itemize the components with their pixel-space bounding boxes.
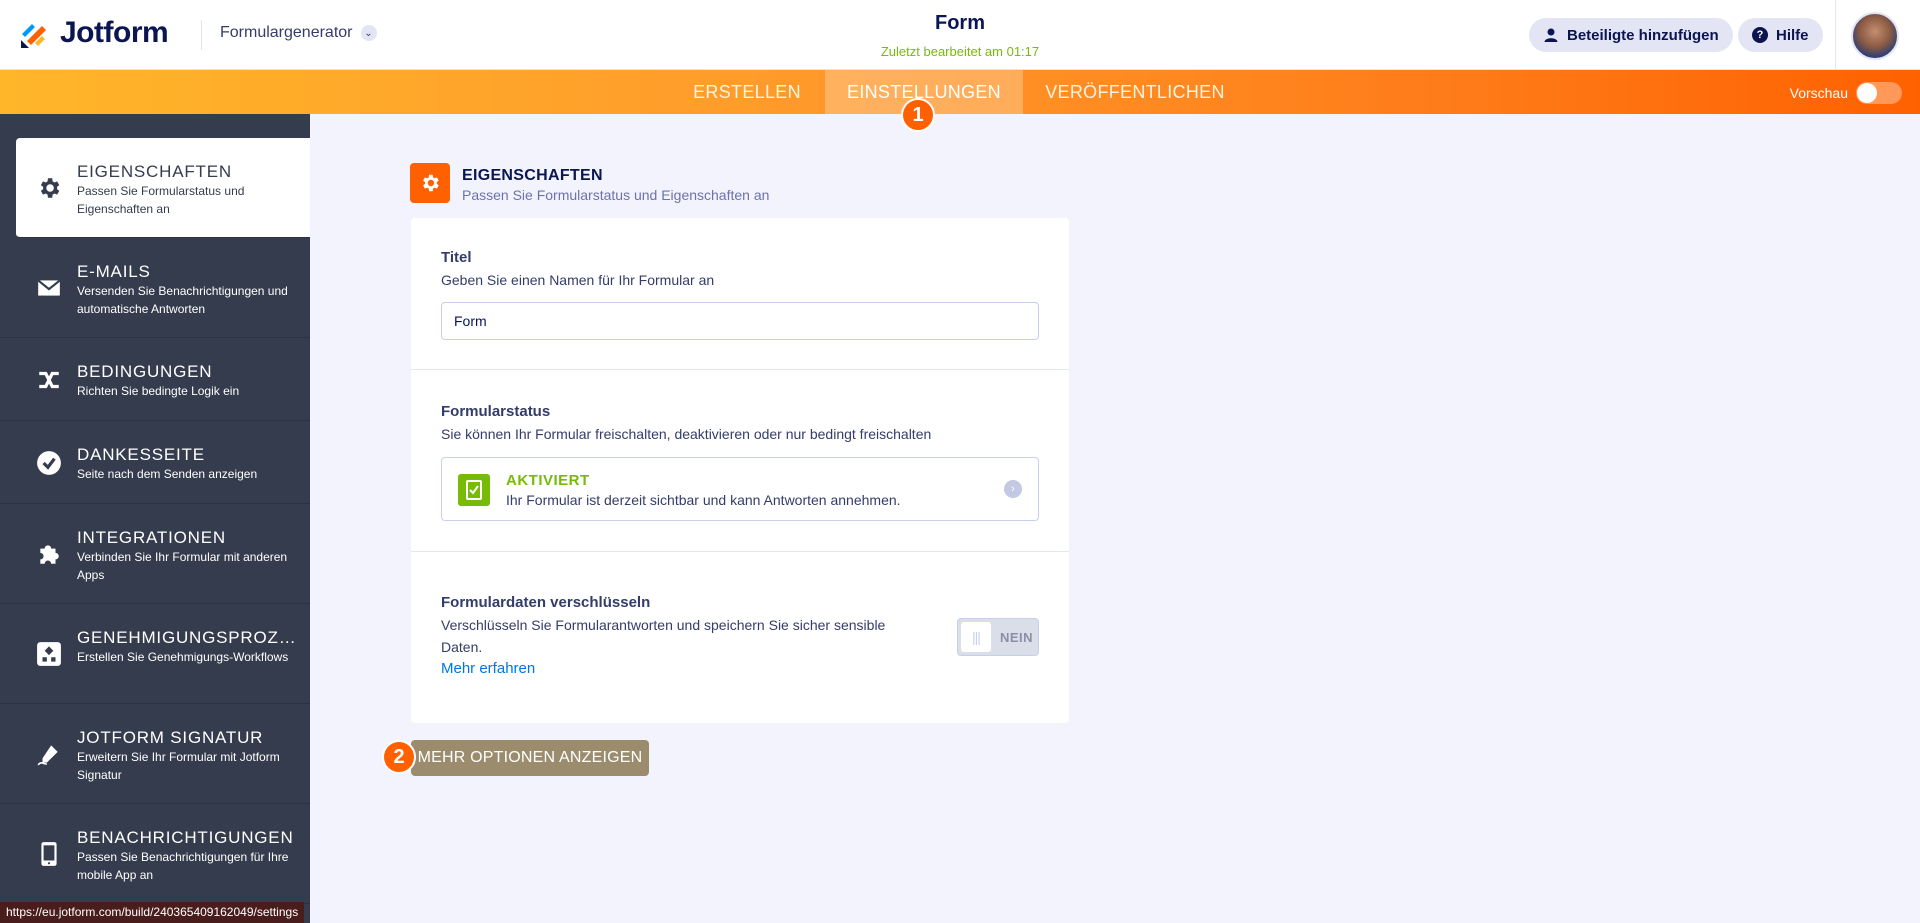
chevron-right-icon: › — [1004, 480, 1022, 498]
section-title: EIGENSCHAFTEN — [462, 167, 603, 184]
title-hint: Geben Sie einen Namen für Ihr Formular a… — [441, 272, 715, 288]
sidebar-item-title: INTEGRATIONEN — [77, 528, 226, 547]
properties-card: Titel Geben Sie einen Namen für Ihr Form… — [411, 218, 1069, 723]
section-desc: Passen Sie Formularstatus und Eigenschaf… — [462, 187, 770, 203]
top-header: Jotform Formulargenerator ⌄ Form Zuletzt… — [0, 0, 1920, 70]
sidebar-item-title: EIGENSCHAFTEN — [77, 162, 232, 181]
divider — [411, 369, 1069, 370]
sidebar-item-integrations[interactable]: INTEGRATIONEN Verbinden Sie Ihr Formular… — [0, 504, 310, 604]
builder-tabs-bar: ERSTELLEN EINSTELLUNGEN VERÖFFENTLICHEN … — [0, 70, 1920, 114]
sidebar-item-title: DANKESSEITE — [77, 445, 205, 464]
sidebar-item-desc: Versenden Sie Benachrichtigungen und aut… — [77, 284, 288, 316]
tab-create[interactable]: ERSTELLEN — [679, 70, 815, 114]
preview-toggle-group: Vorschau — [1790, 82, 1902, 104]
user-icon — [1544, 28, 1558, 42]
chevron-down-icon: ⌄ — [360, 25, 377, 41]
encrypt-toggle-label: NEIN — [1000, 630, 1034, 645]
encrypt-hint: Verschlüsseln Sie Formularantworten und … — [441, 617, 886, 655]
avatar[interactable] — [1851, 12, 1899, 60]
sidebar-item-desc: Erweitern Sie Ihr Formular mit Jotform S… — [77, 750, 280, 782]
jotform-logo-icon — [21, 24, 46, 48]
step-badge-2: 2 — [382, 740, 416, 774]
toggle-grip-icon: ||| — [961, 622, 991, 652]
preview-label: Vorschau — [1789, 85, 1848, 101]
status-label: Formularstatus — [441, 403, 551, 420]
sidebar-item-desc: Richten Sie bedingte Logik ein — [77, 384, 240, 398]
sidebar-item-signature[interactable]: JOTFORM SIGNATUR Erweitern Sie Ihr Formu… — [0, 704, 310, 804]
add-collaborators-button[interactable]: Beteiligte hinzufügen — [1529, 18, 1733, 52]
header-divider — [201, 20, 202, 50]
form-title-input[interactable] — [441, 302, 1039, 340]
form-enabled-icon — [458, 474, 490, 506]
gear-icon — [410, 163, 450, 203]
status-hint: Sie können Ihr Formular freischalten, de… — [441, 426, 932, 442]
add-collaborators-label: Beteiligte hinzufügen — [1567, 26, 1719, 44]
check-circle-icon — [37, 451, 61, 475]
show-more-options-button[interactable]: MEHR OPTIONEN ANZEIGEN — [411, 740, 649, 776]
sidebar-item-desc: Passen Sie Benachrichtigungen für Ihre m… — [77, 850, 289, 882]
builder-dropdown[interactable]: Formulargenerator ⌄ — [220, 24, 377, 42]
status-value: AKTIVIERT — [506, 472, 590, 489]
help-icon: ? — [1752, 27, 1768, 43]
tab-publish[interactable]: VERÖFFENTLICHEN — [1030, 70, 1240, 114]
sidebar-item-desc: Passen Sie Formularstatus und Eigenschaf… — [77, 184, 245, 216]
header-divider-right — [1835, 0, 1836, 70]
settings-sidebar: EIGENSCHAFTEN Passen Sie Formularstatus … — [0, 114, 310, 923]
learn-more-link[interactable]: Mehr erfahren — [441, 660, 535, 677]
help-button[interactable]: ? Hilfe — [1738, 18, 1823, 52]
gear-icon — [40, 178, 60, 198]
divider — [411, 551, 1069, 552]
sidebar-item-desc: Seite nach dem Senden anzeigen — [77, 467, 258, 481]
preview-toggle[interactable] — [1856, 82, 1902, 104]
browser-status-url: https://eu.jotform.com/build/24036540916… — [0, 902, 305, 923]
builder-dropdown-label: Formulargenerator — [220, 24, 353, 41]
step-badge-1: 1 — [901, 98, 935, 132]
sidebar-item-title: BEDINGUNGEN — [77, 362, 213, 381]
sidebar-item-emails[interactable]: E-MAILS Versenden Sie Benachrichtigungen… — [0, 238, 310, 338]
sidebar-item-desc: Erstellen Sie Genehmigungs-Workflows — [77, 650, 289, 664]
encrypt-label: Formulardaten verschlüsseln — [441, 594, 651, 611]
shuffle-icon — [39, 371, 59, 389]
mobile-icon — [41, 842, 57, 866]
sidebar-item-title: JOTFORM SIGNATUR — [77, 728, 264, 747]
sidebar-item-conditions[interactable]: BEDINGUNGEN Richten Sie bedingte Logik e… — [0, 338, 310, 421]
sidebar-item-title: GENEHMIGUNGSPROZESSE — [77, 628, 302, 647]
mail-icon — [37, 279, 61, 296]
puzzle-icon — [40, 545, 59, 564]
status-desc: Ihr Formular ist derzeit sichtbar und ka… — [506, 492, 901, 508]
title-label: Titel — [441, 249, 472, 266]
preview-toggle-knob — [1857, 83, 1877, 103]
sidebar-item-notifications[interactable]: BENACHRICHTIGUNGEN Passen Sie Benachrich… — [0, 804, 310, 904]
encrypt-toggle[interactable]: ||| NEIN — [957, 618, 1039, 656]
logo-text: Jotform — [60, 16, 169, 49]
help-label: Hilfe — [1776, 26, 1809, 44]
sidebar-item-thankyou[interactable]: DANKESSEITE Seite nach dem Senden anzeig… — [0, 421, 310, 504]
sidebar-item-title: E-MAILS — [77, 262, 151, 281]
workflow-icon — [37, 642, 61, 666]
sidebar-item-desc: Verbinden Sie Ihr Formular mit anderen A… — [77, 550, 288, 582]
jotform-logo[interactable]: Jotform — [18, 16, 169, 50]
sidebar-item-approvals[interactable]: GENEHMIGUNGSPROZESSE Erstellen Sie Geneh… — [0, 604, 310, 704]
signature-icon — [37, 745, 58, 766]
form-status-selector[interactable]: AKTIVIERT Ihr Formular ist derzeit sicht… — [441, 457, 1039, 521]
sidebar-item-properties[interactable]: EIGENSCHAFTEN Passen Sie Formularstatus … — [16, 138, 310, 238]
sidebar-item-title: BENACHRICHTIGUNGEN — [77, 828, 294, 847]
